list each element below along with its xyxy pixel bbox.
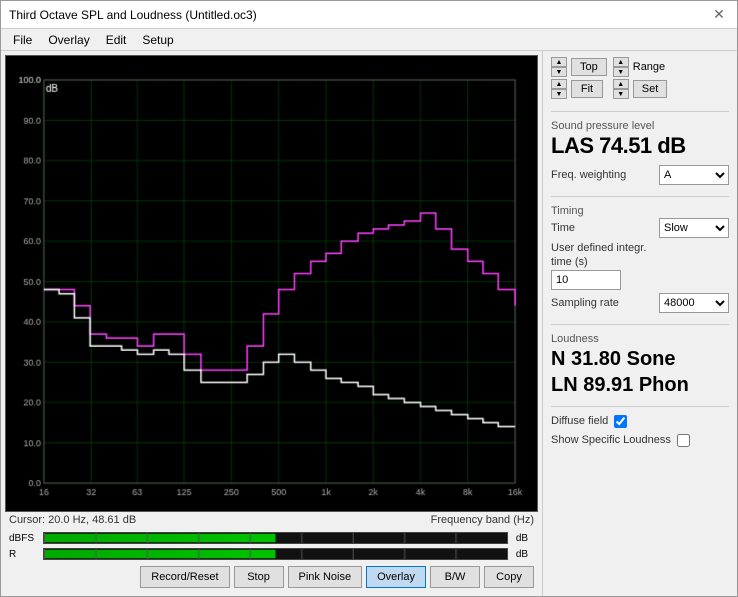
dBFS-unit-R: dB — [510, 549, 534, 560]
n-value: N 31.80 Sone — [551, 346, 729, 372]
user-integr-input[interactable]: 10 — [551, 270, 621, 290]
main-window: Third Octave SPL and Loudness (Untitled.… — [0, 0, 738, 597]
fit-button[interactable]: Fit — [571, 80, 603, 98]
window-title: Third Octave SPL and Loudness (Untitled.… — [9, 8, 257, 22]
spl-section: Sound pressure level LAS 74.51 dB — [551, 120, 729, 159]
right-panel: ▲ ▼ Top ▲ ▼ Fit — [542, 51, 737, 596]
freq-weighting-select[interactable]: A B C Z — [659, 165, 729, 185]
set-button[interactable]: Set — [633, 80, 668, 98]
show-specific-row: Show Specific Loudness — [551, 434, 729, 447]
range-row: ▲ ▼ Range — [613, 57, 668, 77]
time-label: Time — [551, 222, 575, 234]
divider-2 — [551, 196, 729, 197]
timing-label: Timing — [551, 205, 729, 217]
freq-band-label: Frequency band (Hz) — [431, 514, 534, 526]
chart-area: Third octave SPL ARTA dB Cursor: 20.0 Hz… — [1, 51, 542, 596]
menu-overlay[interactable]: Overlay — [40, 31, 97, 49]
user-integr-row: User defined integr. time (s) 10 — [551, 241, 729, 290]
range-down-button[interactable]: ▼ — [613, 67, 629, 77]
chart-info-row: Cursor: 20.0 Hz, 48.61 dB Frequency band… — [5, 512, 538, 528]
menu-file[interactable]: File — [5, 31, 40, 49]
set-row: ▲ ▼ Set — [613, 79, 668, 99]
bottom-buttons: Record/Reset Stop Pink Noise Overlay B/W… — [5, 562, 538, 592]
range-set-group: ▲ ▼ Range ▲ ▼ Set — [613, 57, 668, 99]
divider-3 — [551, 324, 729, 325]
dBFS-unit-L: dB — [510, 533, 534, 544]
user-integr-label: User defined integr. time (s) — [551, 241, 661, 270]
top-row: ▲ ▼ Top — [551, 57, 607, 77]
divider-1 — [551, 111, 729, 112]
show-specific-label: Show Specific Loudness — [551, 434, 671, 446]
overlay-button[interactable]: Overlay — [366, 566, 426, 588]
top-up-button[interactable]: ▲ — [551, 57, 567, 67]
loudness-label: Loudness — [551, 333, 729, 345]
set-up-button[interactable]: ▲ — [613, 79, 629, 89]
sampling-rate-label: Sampling rate — [551, 297, 619, 309]
diffuse-field-label: Diffuse field — [551, 415, 608, 427]
bw-button[interactable]: B/W — [430, 566, 480, 588]
ln-value: LN 89.91 Phon — [551, 372, 729, 398]
chart-container: Third octave SPL ARTA dB — [5, 55, 538, 512]
record-reset-button[interactable]: Record/Reset — [140, 566, 229, 588]
pink-noise-button[interactable]: Pink Noise — [288, 566, 363, 588]
copy-button[interactable]: Copy — [484, 566, 534, 588]
divider-4 — [551, 406, 729, 407]
stop-button[interactable]: Stop — [234, 566, 284, 588]
level-meter-R — [43, 548, 508, 560]
spl-value: LAS 74.51 dB — [551, 133, 729, 159]
top-button[interactable]: Top — [571, 58, 607, 76]
menu-setup[interactable]: Setup — [134, 31, 181, 49]
time-select[interactable]: Slow Fast Impulse — [659, 218, 729, 238]
level-meters: dBFS dB R dB — [5, 528, 538, 562]
freq-weighting-row: Freq. weighting A B C Z — [551, 165, 729, 185]
R-label: R — [9, 549, 41, 560]
chart-canvas — [6, 56, 537, 511]
fit-spinner: ▲ ▼ — [551, 79, 567, 99]
range-up-button[interactable]: ▲ — [613, 57, 629, 67]
title-bar: Third Octave SPL and Loudness (Untitled.… — [1, 1, 737, 29]
loudness-section: Loudness N 31.80 Sone LN 89.91 Phon — [551, 333, 729, 398]
show-specific-checkbox[interactable] — [677, 434, 690, 447]
time-row: Time Slow Fast Impulse — [551, 218, 729, 238]
sampling-rate-row: Sampling rate 44100 48000 96000 — [551, 293, 729, 313]
diffuse-field-row: Diffuse field — [551, 415, 729, 428]
diffuse-field-checkbox[interactable] — [614, 415, 627, 428]
dBFS-row-L: dBFS dB — [9, 530, 534, 546]
level-meter-L — [43, 532, 508, 544]
main-content: Third octave SPL ARTA dB Cursor: 20.0 Hz… — [1, 51, 737, 596]
range-label: Range — [633, 61, 665, 73]
cursor-text: Cursor: 20.0 Hz, 48.61 dB — [9, 514, 136, 526]
menu-bar: File Overlay Edit Setup — [1, 29, 737, 51]
close-button[interactable]: ✕ — [709, 5, 729, 25]
range-spinner: ▲ ▼ — [613, 57, 629, 77]
set-spinner: ▲ ▼ — [613, 79, 629, 99]
top-fit-controls: ▲ ▼ Top ▲ ▼ Fit — [551, 57, 729, 99]
fit-down-button[interactable]: ▼ — [551, 89, 567, 99]
freq-weighting-label: Freq. weighting — [551, 169, 626, 181]
sampling-rate-select[interactable]: 44100 48000 96000 — [659, 293, 729, 313]
dBFS-row-R: R dB — [9, 546, 534, 562]
set-down-button[interactable]: ▼ — [613, 89, 629, 99]
top-fit-group: ▲ ▼ Top ▲ ▼ Fit — [551, 57, 607, 99]
top-down-button[interactable]: ▼ — [551, 67, 567, 77]
spl-label: Sound pressure level — [551, 120, 729, 132]
fit-up-button[interactable]: ▲ — [551, 79, 567, 89]
timing-section: Timing Time Slow Fast Impulse User defin… — [551, 205, 729, 316]
top-spinner: ▲ ▼ — [551, 57, 567, 77]
menu-edit[interactable]: Edit — [98, 31, 135, 49]
dBFS-label: dBFS — [9, 533, 41, 544]
fit-row: ▲ ▼ Fit — [551, 79, 607, 99]
